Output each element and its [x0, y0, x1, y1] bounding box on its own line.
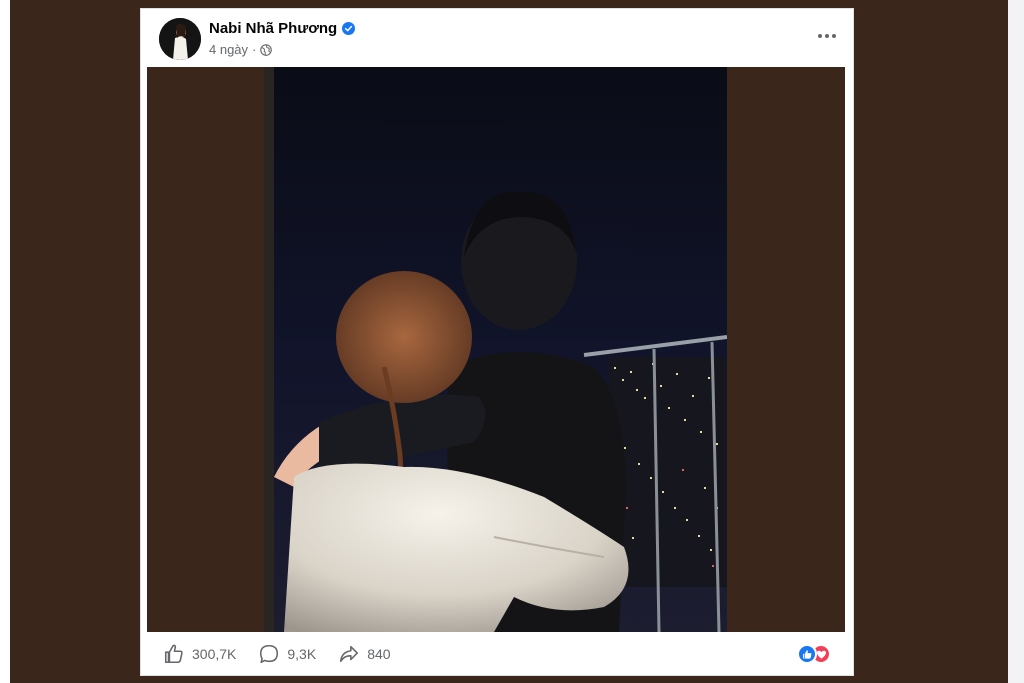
globe-icon[interactable]	[260, 43, 273, 56]
author-name[interactable]: Nabi Nhã Phương	[209, 20, 356, 37]
share-button[interactable]: 840	[338, 643, 391, 665]
more-options-button[interactable]	[815, 27, 839, 45]
like-count: 300,7K	[192, 646, 237, 662]
share-count: 840	[367, 646, 391, 662]
meta-separator: ·	[252, 42, 257, 57]
post-meta: 4 ngày ·	[209, 42, 273, 57]
like-reaction-icon	[797, 644, 817, 664]
post-card: Nabi Nhã Phương 4 ngày · 300,7K 9,3K 840	[140, 8, 854, 676]
like-button[interactable]: 300,7K	[163, 643, 236, 665]
comment-count: 9,3K	[287, 646, 317, 662]
post-header: Nabi Nhã Phương 4 ngày ·	[141, 9, 853, 67]
comment-button[interactable]: 9,3K	[258, 643, 316, 665]
author-name-text[interactable]: Nabi Nhã Phương	[209, 20, 337, 37]
more-dot-icon	[825, 34, 829, 38]
more-dot-icon	[818, 34, 822, 38]
thumbs-up-icon	[164, 644, 183, 664]
post-photo-container[interactable]	[147, 67, 845, 632]
share-icon	[340, 645, 359, 663]
post-time[interactable]: 4 ngày	[209, 42, 248, 57]
more-dot-icon	[832, 34, 836, 38]
post-photo[interactable]	[264, 67, 727, 632]
author-avatar[interactable]	[159, 18, 201, 60]
reaction-summary[interactable]	[797, 644, 833, 664]
comment-icon	[260, 644, 279, 664]
page-edge	[1008, 0, 1024, 683]
verified-badge-icon	[342, 22, 356, 35]
post-actions-bar: 300,7K 9,3K 840	[141, 633, 853, 675]
